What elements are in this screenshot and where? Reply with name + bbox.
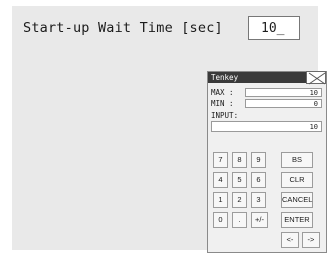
key-9-button[interactable]: 9	[251, 152, 266, 168]
input-value-field[interactable]: 10	[211, 121, 322, 132]
min-value: 0	[245, 99, 322, 108]
key-8-button[interactable]: 8	[232, 152, 247, 168]
cursor-right-button[interactable]: ->	[302, 232, 320, 248]
key-2-button[interactable]: 2	[232, 192, 247, 208]
key-1-button[interactable]: 1	[213, 192, 228, 208]
key-3-button[interactable]: 3	[251, 192, 266, 208]
sign-toggle-button[interactable]: +/-	[251, 212, 268, 228]
startup-wait-time-label: Start-up Wait Time [sec]	[23, 20, 223, 36]
key-4-button[interactable]: 4	[213, 172, 228, 188]
cursor-left-button[interactable]: <-	[281, 232, 299, 248]
key-0-button[interactable]: 0	[213, 212, 228, 228]
decimal-point-button[interactable]: .	[232, 212, 247, 228]
min-label: MIN :	[211, 99, 234, 108]
key-5-button[interactable]: 5	[232, 172, 247, 188]
input-label: INPUT:	[211, 111, 239, 120]
tenkey-titlebar: Tenkey	[208, 71, 326, 85]
close-x-icon	[308, 72, 326, 85]
max-value: 10	[245, 88, 322, 97]
close-button[interactable]	[306, 71, 326, 85]
key-7-button[interactable]: 7	[213, 152, 228, 168]
tenkey-title: Tenkey	[211, 73, 239, 82]
key-6-button[interactable]: 6	[251, 172, 266, 188]
startup-wait-time-input[interactable]: 10_	[248, 16, 300, 40]
backspace-button[interactable]: BS	[281, 152, 313, 168]
tenkey-dialog: Tenkey MAX : 10 MIN : 0 INPUT: 10 7 8 9 …	[207, 71, 327, 253]
cancel-button[interactable]: CANCEL	[281, 192, 313, 208]
max-label: MAX :	[211, 88, 234, 97]
settings-screen: Start-up Wait Time [sec] 10_ Tenkey MAX …	[12, 6, 327, 253]
clear-button[interactable]: CLR	[281, 172, 313, 188]
enter-button[interactable]: ENTER	[281, 212, 313, 228]
